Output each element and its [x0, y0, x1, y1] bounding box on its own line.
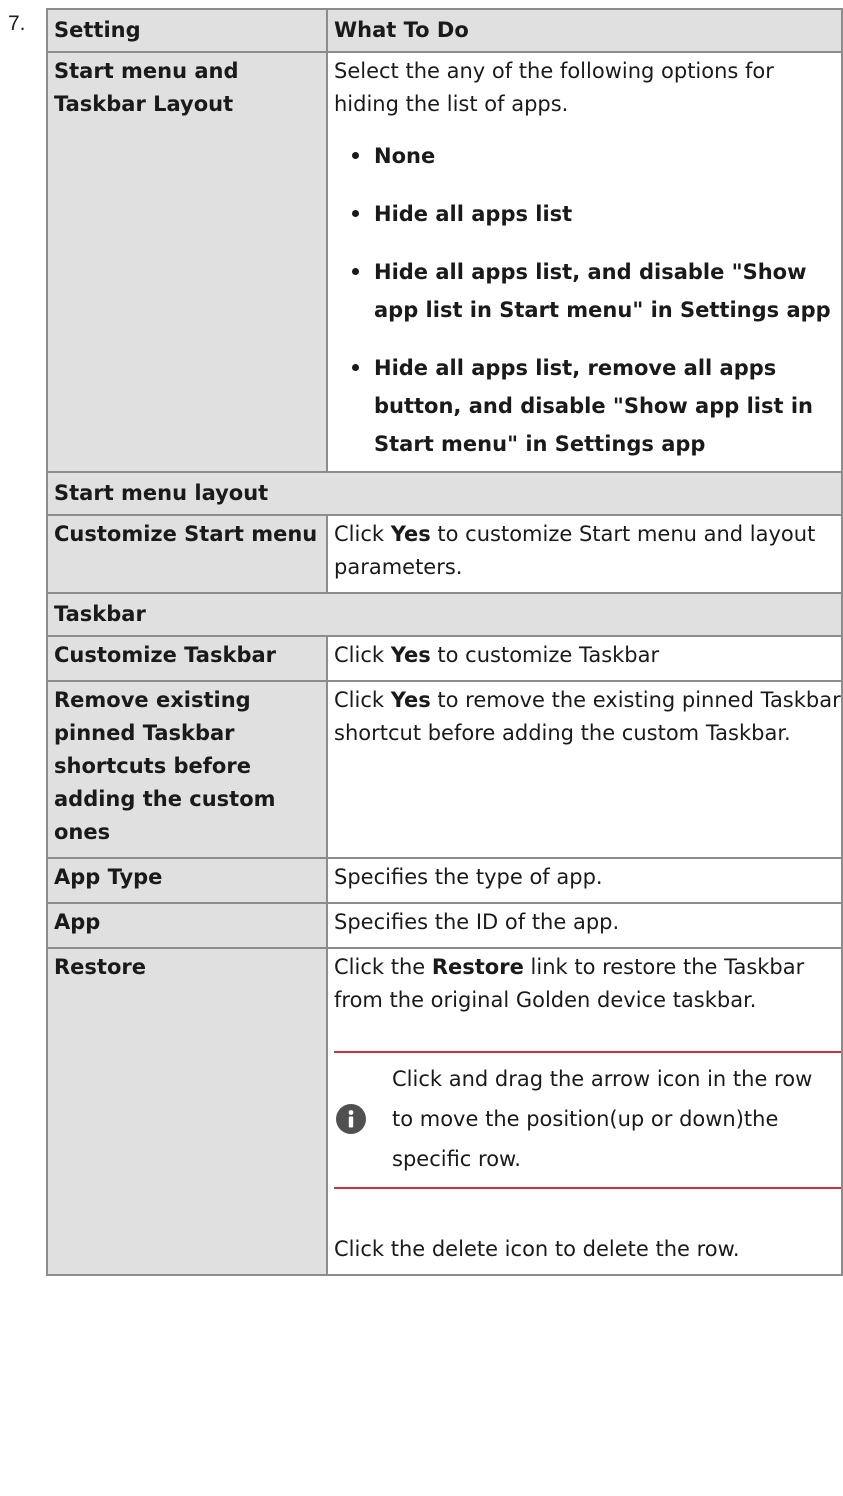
header-what-to-do: What To Do	[326, 8, 843, 53]
description-post: to customize Taskbar	[430, 643, 660, 667]
setting-description: Click Yes to customize Taskbar	[326, 635, 843, 682]
note-text: Click and drag the arrow icon in the row…	[392, 1067, 813, 1171]
setting-description: Click Yes to remove the existing pinned …	[326, 680, 843, 859]
table-row: App Specifies the ID of the app.	[46, 902, 843, 949]
section-title: Taskbar	[46, 592, 843, 637]
setting-name: Customize Start menu	[46, 514, 328, 594]
table-row: App Type Specifies the type of app.	[46, 857, 843, 904]
table-row: Customize Taskbar Click Yes to customize…	[46, 635, 843, 682]
setting-description: Specifies the type of app.	[326, 857, 843, 904]
setting-name: App Type	[46, 857, 328, 904]
table-header-row: Setting What To Do	[46, 8, 843, 53]
note-box: Click and drag the arrow icon in the row…	[334, 1051, 841, 1189]
description-bold: Yes	[390, 522, 431, 546]
setting-name: Start menu and Taskbar Layout	[46, 51, 328, 473]
settings-table: Setting What To Do Start menu and Taskba…	[46, 8, 843, 1276]
option-label: None	[374, 144, 436, 168]
setting-description: Click Yes to customize Start menu and la…	[326, 514, 843, 594]
description-pre: Click	[334, 643, 391, 667]
option-item: Hide all apps list, and disable "Show ap…	[334, 253, 841, 329]
description-bold: Yes	[390, 688, 431, 712]
description-bold: Yes	[390, 643, 431, 667]
description-bold: Restore	[431, 955, 524, 979]
table-row: Remove existing pinned Taskbar shortcuts…	[46, 680, 843, 859]
setting-name: App	[46, 902, 328, 949]
option-label: Hide all apps list, and disable "Show ap…	[374, 260, 831, 322]
bullet-icon	[352, 152, 359, 159]
option-label: Hide all apps list, remove all apps butt…	[374, 356, 813, 456]
description-text: Select the any of the following options …	[334, 59, 774, 116]
option-item: None	[334, 137, 841, 175]
info-icon-glyph	[348, 1110, 354, 1128]
delete-instruction: Click the delete icon to delete the row.	[334, 1237, 740, 1261]
setting-description: Select the any of the following options …	[326, 51, 843, 473]
info-icon	[336, 1104, 366, 1134]
section-title: Start menu layout	[46, 471, 843, 516]
description-text: Click the Restore link to restore the Ta…	[334, 951, 841, 1017]
setting-name: Restore	[46, 947, 328, 1276]
table-row: Customize Start menu Click Yes to custom…	[46, 514, 843, 594]
option-item: Hide all apps list, remove all apps butt…	[334, 349, 841, 463]
setting-name: Customize Taskbar	[46, 635, 328, 682]
bullet-icon	[352, 364, 359, 371]
table-row: Start menu and Taskbar Layout Select the…	[46, 51, 843, 473]
description-pre: Click the	[334, 955, 432, 979]
option-label: Hide all apps list	[374, 202, 573, 226]
description-pre: Click	[334, 522, 391, 546]
setting-description: Specifies the ID of the app.	[326, 902, 843, 949]
setting-name: Remove existing pinned Taskbar shortcuts…	[46, 680, 328, 859]
setting-description: Click the Restore link to restore the Ta…	[326, 947, 843, 1276]
step-number: 7.	[8, 12, 26, 35]
bullet-icon	[352, 268, 359, 275]
bullet-icon	[352, 210, 359, 217]
option-list: None Hide all apps list Hide all apps li…	[334, 137, 841, 463]
option-item: Hide all apps list	[334, 195, 841, 233]
description-pre: Click	[334, 688, 391, 712]
section-row: Taskbar	[46, 592, 843, 637]
table-row: Restore Click the Restore link to restor…	[46, 947, 843, 1276]
header-setting: Setting	[46, 8, 328, 53]
section-row: Start menu layout	[46, 471, 843, 516]
